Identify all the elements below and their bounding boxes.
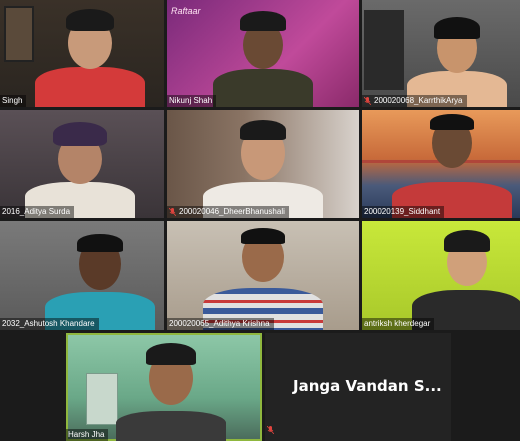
participant-name-label: Singh — [0, 95, 27, 107]
video-tile-singh[interactable]: Singh — [0, 0, 164, 107]
participant-video — [20, 114, 140, 218]
participant-name-label: 200020068_KarrthikArya — [362, 95, 467, 107]
video-tile-aditya-surda[interactable]: 2016_Aditya Surda — [0, 110, 164, 218]
participant-name-label: 200020065_Adithya Krishna — [167, 318, 274, 330]
participant-video — [111, 337, 231, 441]
video-tile-adithya-krishna[interactable]: 200020065_Adithya Krishna — [167, 221, 359, 330]
participant-name-label: 200020046_DheerBhanushali — [167, 206, 289, 218]
participant-video — [402, 7, 512, 107]
video-tile-karrthik-arya[interactable]: 200020068_KarrthikArya — [362, 0, 520, 107]
video-tile-dheer-bhanushali[interactable]: 200020046_DheerBhanushali — [167, 110, 359, 218]
video-tile-janga-vandan[interactable]: Janga Vandan S... — [265, 333, 451, 441]
banner-text: Raftaar — [171, 6, 201, 16]
participant-name-label: Nikunj Shah — [167, 95, 217, 107]
participant-name-label: 2016_Aditya Surda — [0, 206, 75, 218]
bookshelf — [364, 10, 404, 90]
participant-name-label: antriksh kherdegar — [362, 318, 435, 330]
video-tile-nikunj-shah[interactable]: Raftaar Nikunj Shah — [167, 0, 359, 107]
participant-video — [203, 7, 323, 107]
participant-name-label — [267, 421, 274, 439]
video-tile-ashutosh-khandare[interactable]: 2032_Ashutosh Khandare — [0, 221, 164, 330]
video-tile-antriksh-kherdegar[interactable]: antriksh kherdegar — [362, 221, 520, 330]
mic-muted-icon — [169, 208, 176, 216]
participant-name-label: 200020139_Siddhant — [362, 206, 445, 218]
participant-name-card: Janga Vandan S... — [293, 377, 442, 395]
video-tile-siddhant[interactable]: 200020139_Siddhant — [362, 110, 520, 218]
participant-video — [198, 114, 328, 218]
participant-video — [198, 226, 328, 330]
participant-video — [407, 226, 520, 330]
participant-name-label: 2032_Ashutosh Khandare — [0, 318, 99, 330]
participant-video — [40, 226, 160, 330]
video-tile-harsh-jha[interactable]: Harsh Jha — [66, 333, 262, 441]
mic-muted-icon — [364, 97, 371, 105]
mic-muted-icon — [267, 426, 274, 434]
participant-video — [392, 114, 512, 218]
participant-video — [30, 7, 150, 107]
participant-name-label: Harsh Jha — [66, 429, 109, 441]
